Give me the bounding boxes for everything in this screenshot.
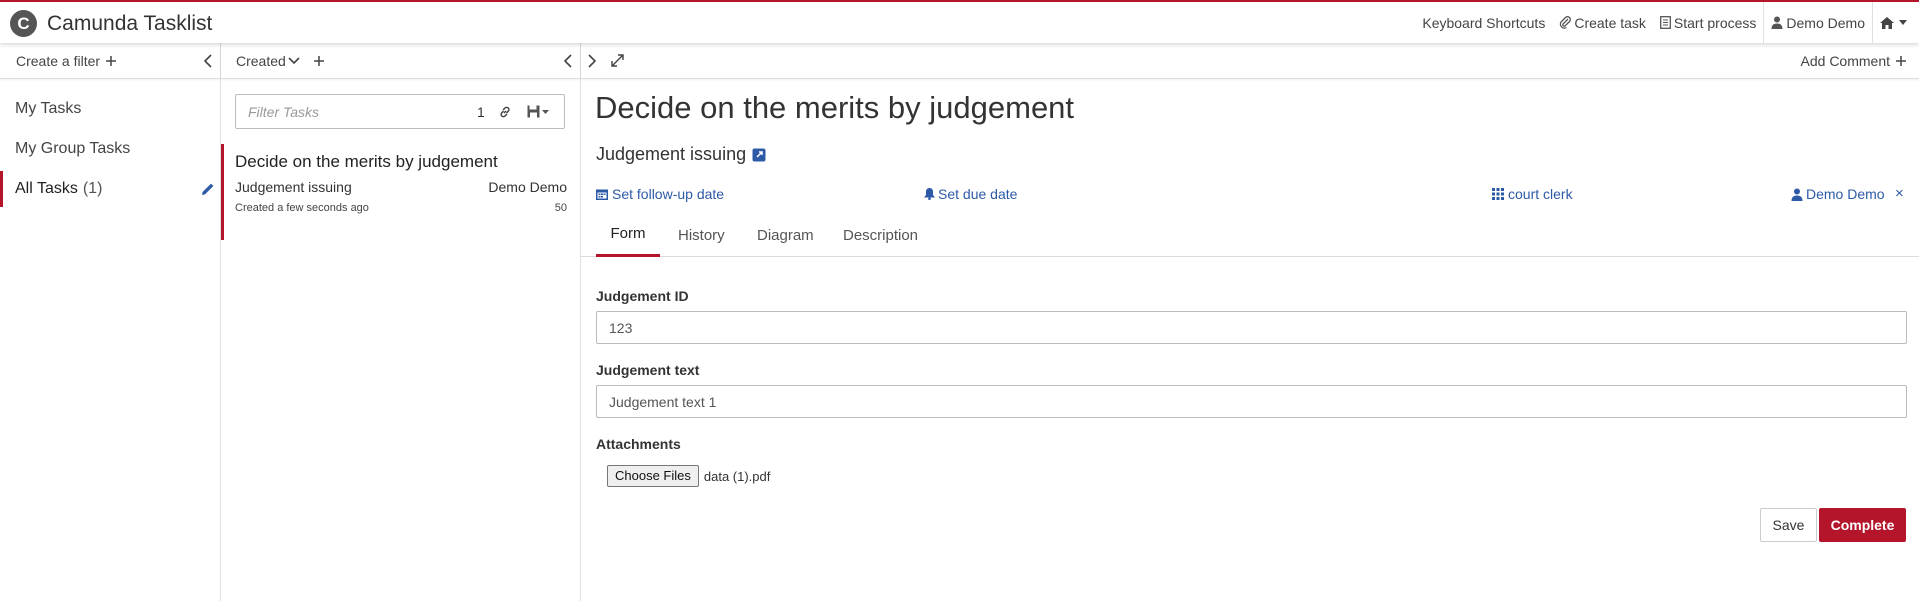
tab-label: Diagram bbox=[757, 226, 814, 244]
caret-down-icon[interactable] bbox=[542, 110, 549, 114]
process-name: Judgement issuing bbox=[596, 144, 747, 164]
task-list-toolbar: Created bbox=[221, 43, 580, 79]
task-tabs: Form History Diagram Description bbox=[581, 213, 1919, 257]
header-nav: Keyboard Shortcuts Create task Start pro… bbox=[1415, 2, 1919, 43]
camunda-logo: C bbox=[10, 10, 37, 37]
task-priority: 50 bbox=[554, 202, 567, 214]
task-toolbar: Add Comment bbox=[581, 43, 1919, 79]
chevron-down-icon bbox=[288, 56, 300, 64]
complete-button[interactable]: Complete bbox=[1819, 508, 1906, 542]
caret-down-icon bbox=[1899, 20, 1907, 25]
add-comment-button[interactable]: Add Comment bbox=[1801, 53, 1906, 69]
set-due-date-button[interactable]: Set due date bbox=[924, 186, 1017, 202]
save-floppy-icon[interactable] bbox=[527, 105, 540, 118]
create-task-label: Create task bbox=[1574, 14, 1646, 31]
task-list-item[interactable]: Decide on the merits by judgement Judgem… bbox=[221, 144, 580, 240]
assignee-button[interactable]: Demo Demo bbox=[1791, 186, 1885, 202]
judgement-id-label: Judgement ID bbox=[596, 288, 689, 304]
judgement-text-field[interactable] bbox=[596, 385, 1907, 418]
home-icon bbox=[1880, 16, 1894, 29]
sort-label: Created bbox=[236, 52, 286, 69]
tab-history[interactable]: History bbox=[677, 213, 726, 257]
filters-toolbar: Create a filter bbox=[0, 43, 220, 79]
filter-label: All Tasks bbox=[15, 180, 78, 197]
calendar-icon bbox=[596, 189, 608, 200]
filter-my-group-tasks[interactable]: My Group Tasks bbox=[0, 131, 220, 167]
search-result-count: 1 bbox=[477, 104, 485, 120]
tab-description[interactable]: Description bbox=[842, 213, 919, 257]
candidate-group-label: court clerk bbox=[1508, 186, 1573, 202]
tab-label: Description bbox=[843, 226, 919, 244]
task-process-name: Judgement issuing bbox=[235, 179, 352, 195]
app-header: C Camunda Tasklist Keyboard Shortcuts Cr… bbox=[0, 0, 1919, 43]
create-filter-button[interactable]: Create a filter bbox=[16, 52, 117, 69]
set-due-date-label: Set due date bbox=[938, 186, 1018, 202]
create-task-link[interactable]: Create task bbox=[1552, 2, 1653, 43]
search-placeholder: Filter Tasks bbox=[248, 104, 320, 120]
set-follow-up-date-label: Set follow-up date bbox=[612, 186, 725, 202]
choose-files-button[interactable]: Choose Files bbox=[607, 465, 699, 487]
selected-file-name: data (1).pdf bbox=[703, 468, 771, 484]
plus-icon bbox=[1896, 55, 1906, 66]
process-name-link[interactable]: Judgement issuing bbox=[596, 144, 766, 165]
judgement-id-field[interactable] bbox=[596, 311, 1907, 344]
link-icon[interactable] bbox=[498, 105, 512, 119]
filter-my-tasks[interactable]: My Tasks bbox=[0, 91, 220, 127]
save-button[interactable]: Save bbox=[1760, 508, 1817, 542]
user-icon bbox=[1791, 188, 1803, 201]
fullscreen-icon[interactable] bbox=[611, 54, 624, 67]
plus-icon bbox=[106, 55, 117, 66]
expand-right-icon[interactable] bbox=[588, 54, 597, 68]
start-process-label: Start process bbox=[1673, 14, 1757, 31]
pencil-icon[interactable] bbox=[201, 182, 215, 196]
add-sort-icon[interactable] bbox=[314, 56, 324, 66]
sort-dropdown[interactable]: Created bbox=[236, 53, 300, 69]
home-menu[interactable] bbox=[1873, 2, 1919, 43]
filter-label: My Tasks bbox=[15, 100, 82, 117]
bell-icon bbox=[924, 188, 935, 200]
filter-label: My Group Tasks bbox=[15, 140, 131, 157]
task-title: Decide on the merits by judgement bbox=[595, 90, 1075, 125]
grid-icon bbox=[1492, 188, 1504, 200]
filter-all-tasks[interactable]: All Tasks (1) bbox=[0, 171, 220, 207]
paperclip-icon bbox=[1560, 16, 1572, 29]
filters-panel: Create a filter My Tasks My Group Tasks … bbox=[0, 43, 221, 601]
judgement-text-label: Judgement text bbox=[596, 362, 700, 378]
app-title: Camunda Tasklist bbox=[47, 11, 213, 35]
task-list-panel: Created Filter Tasks 1 Decide on the mer… bbox=[221, 43, 581, 601]
tab-label: Form bbox=[610, 225, 646, 242]
set-follow-up-date-button[interactable]: Set follow-up date bbox=[596, 186, 724, 202]
keyboard-shortcuts-link[interactable]: Keyboard Shortcuts bbox=[1415, 2, 1552, 43]
task-name: Decide on the merits by judgement bbox=[235, 152, 498, 171]
external-link-icon bbox=[752, 148, 766, 161]
user-icon bbox=[1771, 16, 1783, 29]
start-process-link[interactable]: Start process bbox=[1653, 2, 1763, 43]
collapse-left-icon[interactable] bbox=[203, 54, 212, 68]
attachments-label: Attachments bbox=[596, 436, 681, 452]
tab-label: History bbox=[678, 226, 725, 244]
keyboard-shortcuts-label: Keyboard Shortcuts bbox=[1422, 14, 1546, 31]
collapse-left-icon[interactable] bbox=[563, 54, 572, 68]
tab-diagram[interactable]: Diagram bbox=[756, 213, 815, 257]
task-assignee: Demo Demo bbox=[488, 179, 567, 195]
file-input[interactable]: Choose Files data (1).pdf bbox=[607, 465, 770, 487]
assignee-name: Demo Demo bbox=[1806, 186, 1885, 202]
create-filter-label: Create a filter bbox=[16, 52, 101, 69]
list-icon bbox=[1659, 16, 1671, 29]
user-name: Demo Demo bbox=[1786, 14, 1865, 31]
task-detail-panel: Add Comment Decide on the merits by judg… bbox=[581, 43, 1919, 601]
user-menu[interactable]: Demo Demo bbox=[1764, 2, 1872, 43]
tab-form[interactable]: Form bbox=[596, 213, 660, 257]
task-search[interactable]: Filter Tasks 1 bbox=[235, 94, 565, 129]
add-comment-label: Add Comment bbox=[1800, 52, 1890, 69]
remove-assignee-button[interactable]: × bbox=[1895, 185, 1904, 202]
candidate-groups-button[interactable]: court clerk bbox=[1492, 186, 1573, 202]
brand[interactable]: C Camunda Tasklist bbox=[10, 10, 212, 37]
task-created: Created a few seconds ago bbox=[235, 202, 369, 214]
filter-count: (1) bbox=[82, 180, 103, 197]
